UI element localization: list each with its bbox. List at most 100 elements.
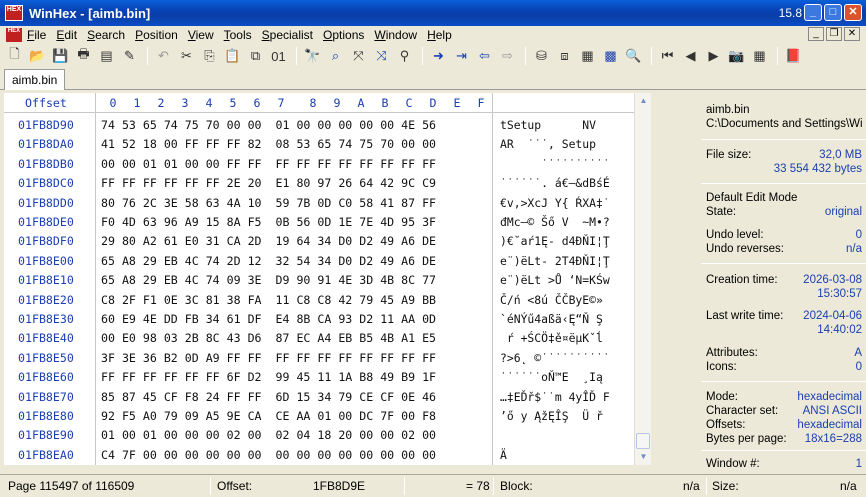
replace-hex-icon[interactable]: ⤨ <box>371 46 392 66</box>
doc-restore-button[interactable]: ❐ <box>826 27 842 41</box>
hex-row[interactable]: 01FB8D90 74 53 65 74 75 70 00 00 01 00 00… <box>4 115 634 135</box>
hex-row[interactable]: 01FB8E60 FF FF FF FF FF FF 6F D2 99 45 11… <box>4 367 634 387</box>
undo-icon[interactable]: ↶ <box>153 46 174 66</box>
minimize-button[interactable]: _ <box>804 4 822 21</box>
menu-specialist[interactable]: Specialist <box>257 28 318 42</box>
properties-icon[interactable]: ▤ <box>96 46 117 66</box>
search-icon[interactable]: 🔍 <box>623 46 644 66</box>
menu-tools[interactable]: Tools <box>219 28 257 42</box>
row-hex-bytes[interactable]: 00 E0 98 03 2B 8C 43 D6 87 EC A4 EB B5 4… <box>101 331 436 345</box>
hex-editor-pane[interactable]: Offset 0 1 2 3 4 5 6 7 8 9 A B C D E F 0… <box>4 93 634 465</box>
row-text[interactable]: )€˘aŕ1Ę- d4ĐŇI¦Ţ <box>500 234 610 248</box>
hex-row[interactable]: 01FB8E70 85 87 45 CF F8 24 FF FF 6D 15 34… <box>4 387 634 407</box>
scroll-up-arrow-icon[interactable]: ▲ <box>635 93 652 109</box>
row-text[interactable]: ˙˙˙˙˙˙oŇ™E ¸Ią <box>500 370 610 384</box>
hex-row[interactable]: 01FB8E90 01 00 01 00 00 00 02 00 02 04 18… <box>4 425 634 445</box>
row-hex-bytes[interactable]: 85 87 45 CF F8 24 FF FF 6D 15 34 79 CE C… <box>101 390 436 404</box>
row-hex-bytes[interactable]: 80 76 2C 3E 58 63 4A 10 59 7B 0D C0 58 4… <box>101 196 436 210</box>
row-text[interactable]: e¨)ëLt >Ů ‘N=KŚw <box>500 273 610 287</box>
row-text[interactable]: ?>6˛ ©˙˙˙˙˙˙˙˙˙˙ <box>500 351 610 365</box>
close-button[interactable]: ✕ <box>844 4 862 21</box>
open-disk-icon[interactable]: ✎ <box>119 46 140 66</box>
row-text[interactable]: ŕ +ŚCÖ‡ě¤ëµKˇĺ <box>500 331 603 345</box>
next-page-icon[interactable]: ▶ <box>703 46 724 66</box>
hex-row[interactable]: 01FB8DD0 80 76 2C 3E 58 63 4A 10 59 7B 0D… <box>4 193 634 213</box>
disk-tools-icon[interactable]: ⛁ <box>531 46 552 66</box>
hex-row[interactable]: 01FB8E00 65 A8 29 EB 4C 74 2D 12 32 54 34… <box>4 251 634 271</box>
hex-row[interactable]: 01FB8DF0 29 80 A2 61 E0 31 CA 2D 19 64 34… <box>4 231 634 251</box>
row-text[interactable]: ˙˙˙˙˙˙. á€—&dBśÉ <box>500 176 610 190</box>
menu-file[interactable]: File <box>22 28 51 42</box>
goto-offset-icon[interactable]: ➜ <box>428 46 449 66</box>
doc-minimize-button[interactable]: _ <box>808 27 824 41</box>
row-hex-bytes[interactable]: 3F 3E 36 B2 0D A9 FF FF FF FF FF FF FF F… <box>101 351 436 365</box>
find-again-icon[interactable]: ⚲ <box>394 46 415 66</box>
back-arrow-icon[interactable]: ⇦ <box>474 46 495 66</box>
row-hex-bytes[interactable]: C8 2F F1 0E 3C 81 38 FA 11 C8 C8 42 79 4… <box>101 293 436 307</box>
row-text[interactable] <box>500 428 610 442</box>
new-file-icon[interactable]: 🗋 <box>4 46 25 66</box>
row-text[interactable]: Č/ń <8ú ČČByE©» <box>500 293 603 307</box>
row-hex-bytes[interactable]: 65 A8 29 EB 4C 74 09 3E D9 90 91 4E 3D 4… <box>101 273 436 287</box>
hex-row[interactable]: 01FB8E50 3F 3E 36 B2 0D A9 FF FF FF FF FF… <box>4 348 634 368</box>
paste-icon[interactable]: 📋 <box>222 46 243 66</box>
binary-icon[interactable]: 01 <box>268 46 289 66</box>
replace-text-icon[interactable]: ⤧ <box>348 46 369 66</box>
row-text[interactable]: tSetup NV <box>500 118 596 132</box>
hex-row[interactable]: 01FB8E10 65 A8 29 EB 4C 74 09 3E D9 90 91… <box>4 270 634 290</box>
row-text[interactable]: `éNÝű4aßä‹Ę“Ň Ş <box>500 312 610 326</box>
row-text[interactable]: …‡EĎř$˙˙m 4yÎĎ F <box>500 390 610 404</box>
menu-options[interactable]: Options <box>318 28 369 42</box>
hex-row[interactable]: 01FB8E20 C8 2F F1 0E 3C 81 38 FA 11 C8 C8… <box>4 290 634 310</box>
row-hex-bytes[interactable]: 92 F5 A0 79 09 A5 9E CA CE AA 01 00 DC 7… <box>101 409 436 423</box>
row-hex-bytes[interactable]: 65 A8 29 EB 4C 74 2D 12 32 54 34 D0 D2 4… <box>101 254 436 268</box>
row-text[interactable]: €v,>XcJ Y{ ŔXA‡˙ <box>500 196 610 210</box>
scroll-down-arrow-icon[interactable]: ▼ <box>635 449 652 465</box>
document-icon[interactable]: HEX <box>6 28 22 42</box>
row-hex-bytes[interactable]: 60 E9 4E DD FB 34 61 DF E4 8B CA 93 D2 1… <box>101 312 436 326</box>
row-hex-bytes[interactable]: FF FF FF FF FF FF 2E 20 E1 80 97 26 64 4… <box>101 176 436 190</box>
hex-row[interactable]: 01FB8DA0 41 52 18 00 FF FF FF 82 08 53 65… <box>4 134 634 154</box>
row-text[interactable]: AR ˙˙˙‚ Setup <box>500 137 610 151</box>
calculator-icon[interactable]: ▩ <box>600 46 621 66</box>
grid-icon[interactable]: ▦ <box>749 46 770 66</box>
hex-row[interactable]: 01FB8EA0 C4 7F 00 00 00 00 00 00 00 00 00… <box>4 445 634 465</box>
forward-arrow-icon[interactable]: ⇨ <box>497 46 518 66</box>
row-hex-bytes[interactable]: C4 7F 00 00 00 00 00 00 00 00 00 00 00 0… <box>101 448 436 462</box>
menu-position[interactable]: Position <box>130 28 183 42</box>
row-hex-bytes[interactable]: 01 00 01 00 00 00 02 00 02 04 18 20 00 0… <box>101 428 436 442</box>
row-hex-bytes[interactable]: 74 53 65 74 75 70 00 00 01 00 00 00 00 0… <box>101 118 436 132</box>
menu-help[interactable]: Help <box>422 28 457 42</box>
ram-icon[interactable]: ▦ <box>577 46 598 66</box>
hex-row[interactable]: 01FB8DE0 F0 4D 63 96 A9 15 8A F5 0B 56 0D… <box>4 212 634 232</box>
row-text[interactable]: Ä <box>500 448 610 462</box>
row-hex-bytes[interactable]: 00 00 01 01 00 00 FF FF FF FF FF FF FF F… <box>101 157 436 171</box>
row-hex-bytes[interactable]: F0 4D 63 96 A9 15 8A F5 0B 56 0D 1E 7E 4… <box>101 215 436 229</box>
goto-sector-icon[interactable]: ⇥ <box>451 46 472 66</box>
row-text[interactable]: đMc–© Šő V ~M•? <box>500 215 610 229</box>
first-page-icon[interactable]: ⏮ <box>657 46 678 66</box>
tab-aimb-bin[interactable]: aimb.bin <box>4 69 66 90</box>
hex-row[interactable]: 01FB8E30 60 E9 4E DD FB 34 61 DF E4 8B CA… <box>4 309 634 329</box>
hex-row[interactable]: 01FB8DC0 FF FF FF FF FF FF 2E 20 E1 80 97… <box>4 173 634 193</box>
print-icon[interactable]: 🖶 <box>73 46 94 66</box>
row-hex-bytes[interactable]: 41 52 18 00 FF FF FF 82 08 53 65 74 75 7… <box>101 137 436 151</box>
open-folder-icon[interactable]: 📂 <box>27 46 48 66</box>
menu-view[interactable]: View <box>183 28 219 42</box>
previous-page-icon[interactable]: ◀ <box>680 46 701 66</box>
menu-edit[interactable]: Edit <box>51 28 82 42</box>
camera-icon[interactable]: 📷 <box>726 46 747 66</box>
book-icon[interactable]: 📕 <box>783 46 804 66</box>
find-text-icon[interactable]: 🔭 <box>302 46 323 66</box>
menu-window[interactable]: Window <box>369 28 422 42</box>
row-text[interactable]: ˙˙˙˙˙˙˙˙˙˙ <box>500 157 610 171</box>
row-text[interactable]: e¨)ëLt- 2T4ĐŇI¦Ţ <box>500 254 610 268</box>
winhex-app-icon[interactable]: HEX <box>5 5 23 21</box>
menu-search[interactable]: Search <box>82 28 130 42</box>
file-tools-icon[interactable]: ⧈ <box>554 46 575 66</box>
hex-row[interactable]: 01FB8E80 92 F5 A0 79 09 A5 9E CA CE AA 01… <box>4 406 634 426</box>
row-text[interactable]: ’ő y ĄžĘÎŞ Ü ř <box>500 409 603 423</box>
maximize-button[interactable]: □ <box>824 4 842 21</box>
hex-row[interactable]: 01FB8E40 00 E0 98 03 2B 8C 43 D6 87 EC A4… <box>4 328 634 348</box>
write-clipboard-icon[interactable]: ⧉ <box>245 46 266 66</box>
